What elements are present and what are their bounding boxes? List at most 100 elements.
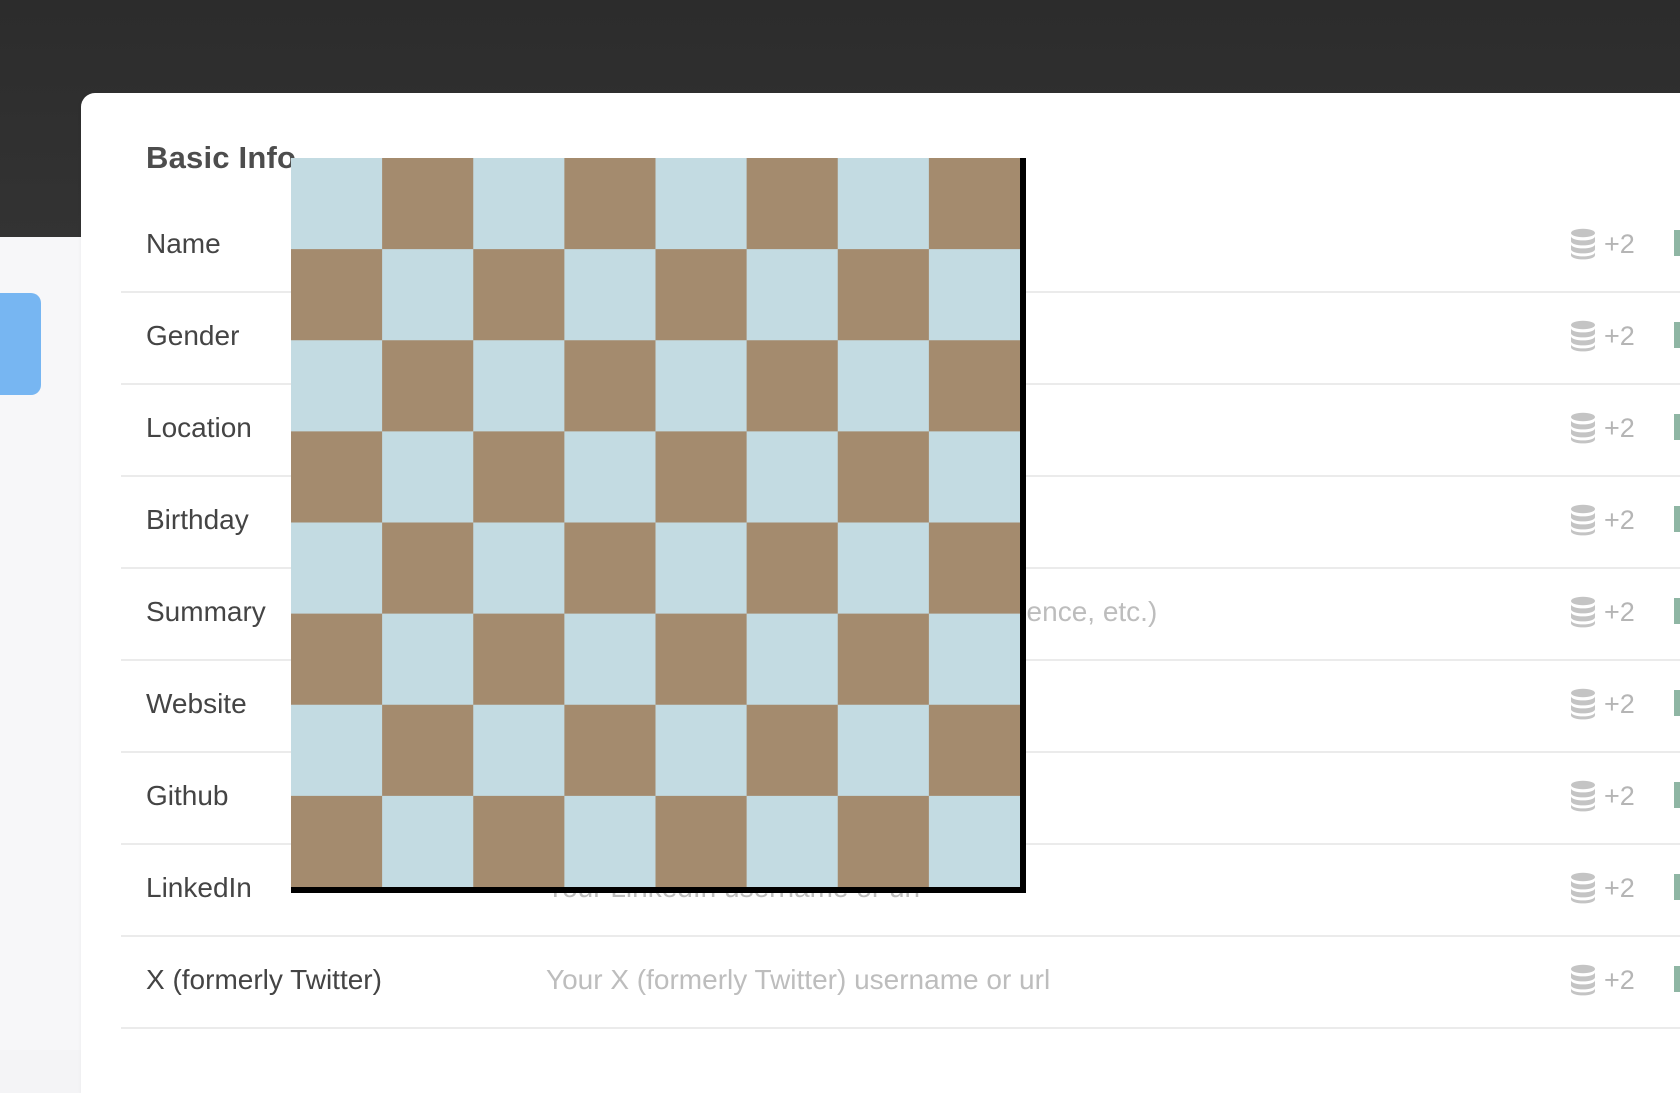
board-square	[291, 431, 383, 523]
board-square	[382, 795, 474, 887]
source-count: +2	[1604, 504, 1635, 535]
row-edge-marker	[1674, 506, 1680, 532]
board-square	[382, 249, 474, 341]
board-square	[473, 340, 565, 432]
source-badge[interactable]: +2	[1570, 685, 1635, 723]
board-square	[473, 704, 565, 797]
board-square	[837, 431, 930, 523]
source-badge[interactable]: +2	[1570, 869, 1635, 907]
database-icon	[1571, 412, 1595, 444]
field-label: Summary	[146, 596, 266, 627]
field-label: LinkedIn	[146, 872, 252, 903]
board-square	[291, 613, 383, 706]
source-count: +2	[1604, 780, 1635, 811]
board-square	[928, 522, 1020, 615]
board-square	[928, 340, 1020, 432]
board-square	[746, 795, 839, 887]
board-square	[928, 704, 1020, 797]
checkerboard-overlay	[291, 158, 1026, 893]
board-square	[473, 613, 565, 706]
board-square	[746, 613, 839, 706]
board-square	[655, 704, 748, 797]
field-label: X (formerly Twitter)	[146, 964, 382, 995]
board-square	[291, 249, 383, 341]
board-square	[382, 431, 474, 523]
board-square	[928, 158, 1020, 250]
database-icon	[1571, 228, 1595, 260]
board-square	[473, 431, 565, 523]
section-title: Basic Info	[146, 140, 297, 175]
summary-input[interactable]: rience, etc.)	[1011, 596, 1157, 628]
board-square	[655, 431, 748, 523]
database-icon	[1571, 504, 1595, 536]
field-label: Website	[146, 688, 247, 719]
board-square	[837, 158, 930, 250]
row-edge-marker	[1674, 782, 1680, 808]
board-square	[655, 795, 748, 887]
board-square	[928, 613, 1020, 706]
row-edge-marker	[1674, 598, 1680, 624]
row-edge-marker	[1674, 414, 1680, 440]
board-square	[746, 340, 839, 432]
board-square	[746, 431, 839, 523]
board-square	[564, 340, 656, 432]
database-icon	[1571, 964, 1595, 996]
board-square	[837, 340, 930, 432]
sidebar-active-indicator[interactable]	[0, 293, 41, 395]
database-icon	[1571, 596, 1595, 628]
board-square	[382, 613, 474, 706]
row-edge-marker	[1674, 874, 1680, 900]
board-square	[837, 704, 930, 797]
board-square	[837, 795, 930, 887]
board-square	[473, 522, 565, 615]
board-square	[291, 795, 383, 887]
board-square	[291, 704, 383, 797]
board-square	[382, 158, 474, 250]
board-square	[382, 704, 474, 797]
board-square	[291, 340, 383, 432]
board-square	[837, 249, 930, 341]
board-square	[564, 431, 656, 523]
database-icon	[1571, 872, 1595, 904]
board-square	[837, 522, 930, 615]
source-badge[interactable]: +2	[1570, 409, 1635, 447]
board-square	[746, 522, 839, 615]
field-row-x-twitter: X (formerly Twitter) Your X (formerly Tw…	[121, 935, 1680, 1029]
board-square	[564, 795, 656, 887]
row-edge-marker	[1674, 690, 1680, 716]
source-badge[interactable]: +2	[1570, 225, 1635, 263]
source-count: +2	[1604, 872, 1635, 903]
board-square	[473, 795, 565, 887]
board-square	[928, 431, 1020, 523]
board-square	[928, 249, 1020, 341]
board-square	[382, 522, 474, 615]
board-square	[655, 613, 748, 706]
field-label: Location	[146, 412, 252, 443]
board-square	[564, 704, 656, 797]
board-square	[473, 158, 565, 250]
row-edge-marker	[1674, 322, 1680, 348]
source-count: +2	[1604, 964, 1635, 995]
field-label: Gender	[146, 320, 240, 351]
row-edge-marker	[1674, 230, 1680, 256]
source-count: +2	[1604, 320, 1635, 351]
field-label: Name	[146, 228, 221, 259]
database-icon	[1571, 320, 1595, 352]
checkerboard-grid	[291, 158, 1020, 887]
board-square	[473, 249, 565, 341]
board-square	[291, 522, 383, 615]
board-square	[655, 249, 748, 341]
source-count: +2	[1604, 228, 1635, 259]
x-twitter-input[interactable]: Your X (formerly Twitter) username or ur…	[546, 964, 1050, 996]
board-square	[564, 522, 656, 615]
board-square	[746, 249, 839, 341]
board-square	[564, 613, 656, 706]
field-label: Birthday	[146, 504, 249, 535]
source-badge[interactable]: +2	[1570, 777, 1635, 815]
source-badge[interactable]: +2	[1570, 501, 1635, 539]
source-badge[interactable]: +2	[1570, 317, 1635, 355]
source-badge[interactable]: +2	[1570, 593, 1635, 631]
source-badge[interactable]: +2	[1570, 961, 1635, 999]
board-square	[564, 158, 656, 250]
row-edge-marker	[1674, 966, 1680, 992]
